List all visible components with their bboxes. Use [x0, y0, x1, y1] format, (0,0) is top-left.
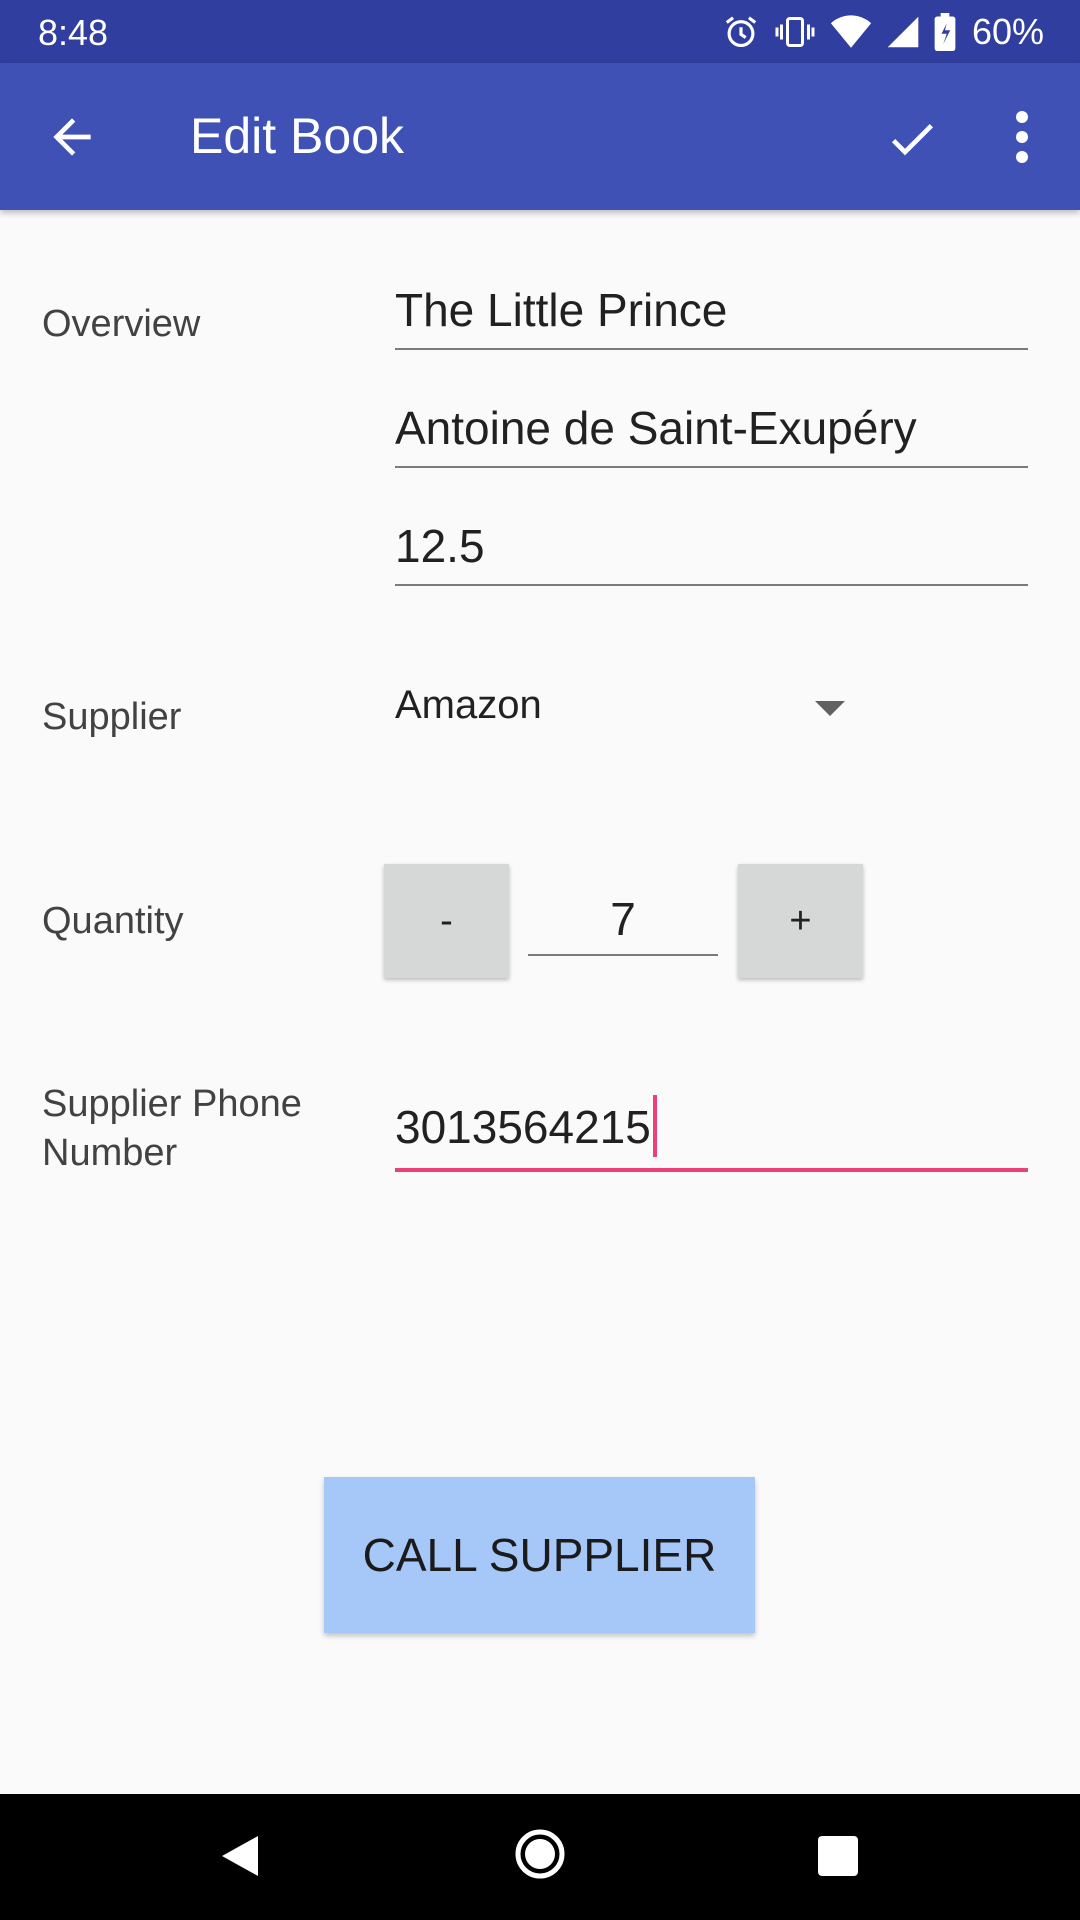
increment-button[interactable]: +: [738, 864, 863, 978]
supplier-phone-field[interactable]: 3013564215: [395, 1094, 1028, 1172]
nav-home-icon[interactable]: [514, 1828, 566, 1880]
phone-label-line2: Number: [42, 1132, 178, 1174]
price-underline: [395, 584, 1028, 586]
price-value: 12.5: [395, 520, 485, 572]
page-title: Edit Book: [190, 108, 405, 164]
status-bar: 8:48 60%: [0, 0, 1080, 63]
book-name-value: The Little Prince: [395, 284, 728, 336]
supplier-dropdown[interactable]: Amazon: [395, 683, 855, 739]
supplier-phone-value: 3013564215: [395, 1101, 651, 1153]
vibrate-icon: [775, 17, 815, 47]
check-icon: [891, 124, 933, 156]
author-underline: [395, 466, 1028, 468]
battery-percentage: 60%: [971, 11, 1044, 52]
author-field[interactable]: Antoine de Saint-Exupéry: [395, 401, 1028, 468]
phone-underline-active: [395, 1168, 1028, 1172]
quantity-field[interactable]: 7: [528, 892, 718, 956]
price-field[interactable]: 12.5: [395, 519, 1028, 586]
back-arrow-icon: [53, 118, 91, 156]
back-button[interactable]: [44, 109, 100, 165]
phone-input-wrap: 3013564215: [395, 1094, 1028, 1157]
quantity-label: Quantity: [42, 900, 184, 942]
battery-icon: [934, 13, 956, 51]
nav-back-icon[interactable]: [218, 1832, 262, 1880]
supplier-label: Supplier: [42, 696, 182, 738]
nav-recents-icon[interactable]: [818, 1836, 858, 1876]
quantity-value: 7: [610, 893, 636, 945]
quantity-underline: [528, 954, 718, 956]
call-supplier-button[interactable]: CALL SUPPLIER: [324, 1477, 755, 1633]
book-name-field[interactable]: The Little Prince: [395, 283, 1028, 350]
app-bar: Edit Book: [0, 63, 1080, 210]
overflow-menu-button[interactable]: [1004, 107, 1040, 167]
status-time: 8:48: [38, 12, 109, 53]
signal-icon: [887, 16, 919, 48]
phone-label-line1: Supplier Phone: [42, 1083, 302, 1125]
book-name-underline: [395, 348, 1028, 350]
more-vert-icon: [1016, 111, 1028, 163]
dropdown-arrow-icon: [815, 701, 845, 716]
decrement-button[interactable]: -: [384, 864, 509, 978]
alarm-icon: [725, 16, 757, 48]
wifi-icon: [830, 15, 872, 48]
overview-label: Overview: [42, 303, 201, 345]
author-value: Antoine de Saint-Exupéry: [395, 402, 917, 454]
supplier-selected-value: Amazon: [395, 683, 542, 727]
text-cursor: [652, 1094, 657, 1157]
save-button[interactable]: [884, 111, 940, 167]
status-icons: 60%: [722, 8, 1044, 56]
navigation-bar: [0, 1794, 1080, 1920]
